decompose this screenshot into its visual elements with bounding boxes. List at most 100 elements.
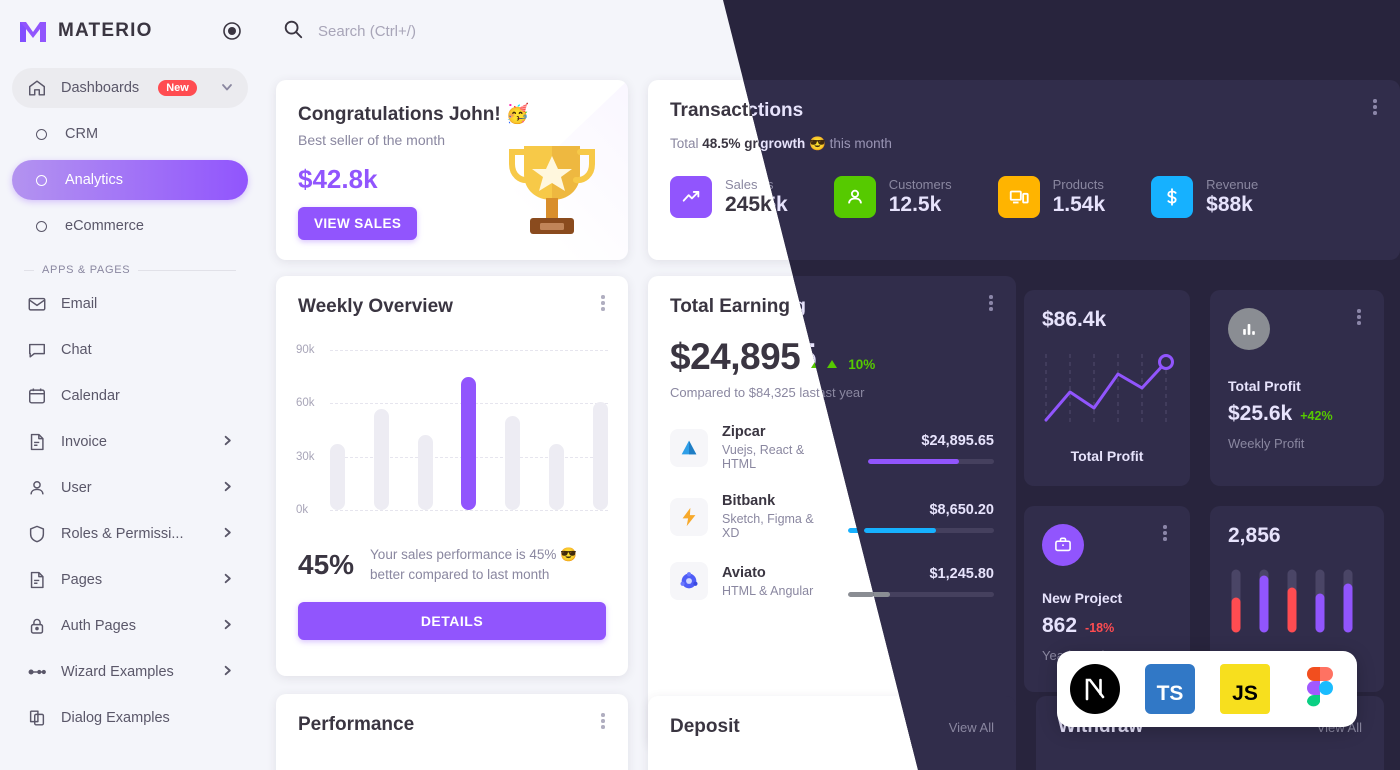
more-options-icon[interactable]: [594, 294, 612, 312]
chevron-right-icon[interactable]: [221, 572, 234, 588]
javascript-logo-icon[interactable]: JS: [1219, 663, 1271, 715]
tech-logos-panel: TS JS: [1057, 651, 1357, 727]
sidebar-item-dashboards[interactable]: Dashboards New: [12, 68, 248, 108]
sidebar-item-user[interactable]: User: [12, 468, 248, 508]
sidebar-item-label: Auth Pages: [61, 618, 136, 634]
performance-text: Your sales performance is 45% 😎 better c…: [370, 547, 577, 582]
topbar: [260, 0, 1400, 62]
calendar-icon: [26, 385, 48, 407]
dollar-icon: [1135, 176, 1178, 218]
tx-sub-bold: 48.5% growth: [702, 136, 790, 151]
deposit-title: Deposit: [670, 716, 740, 737]
sidebar-item-crm[interactable]: CRM: [12, 114, 248, 154]
sidebar-item-calendar[interactable]: Calendar: [12, 376, 248, 416]
mail-icon: [26, 293, 48, 315]
progress-fill: [848, 527, 920, 533]
list-item[interactable]: Zipcar Vuejs, React & HTML $24,895.65: [670, 424, 978, 471]
brand-name: MATERIO: [58, 20, 153, 41]
sidebar-item-roles-permissions[interactable]: Roles & Permissi...: [12, 514, 248, 554]
y-tick: 30k: [296, 451, 315, 463]
stat-customers: Customers 12.5k: [817, 176, 936, 218]
transactions-stats: Sales 245k Customers 12.5k Products 1.54…: [670, 176, 1362, 218]
sidebar-item-pages[interactable]: Pages: [12, 560, 248, 600]
typescript-logo-icon[interactable]: TS: [1144, 663, 1196, 715]
sidebar-item-label: Wizard Examples: [61, 664, 174, 680]
list-item[interactable]: Bitbank Sketch, Figma & XD $8,650.20: [670, 493, 978, 540]
sidebar-item-label: User: [61, 480, 92, 496]
apps-grid-icon[interactable]: [1250, 19, 1274, 43]
avatar[interactable]: [1340, 12, 1378, 54]
company-tech: Vuejs, React & HTML: [722, 443, 805, 471]
sidebar-item-wizard-examples[interactable]: Wizard Examples: [12, 652, 248, 692]
bitbank-logo-icon: [670, 497, 708, 536]
sidebar-item-label: Calendar: [61, 388, 120, 404]
translate-icon[interactable]: [1166, 19, 1190, 43]
progress-fill: [852, 458, 943, 464]
stat-value: 245k: [725, 193, 772, 216]
view-sales-button[interactable]: VIEW SALES: [298, 207, 418, 240]
bar-highlighted: [461, 377, 477, 510]
chevron-right-icon[interactable]: [221, 480, 234, 496]
details-button[interactable]: DETAILS: [298, 602, 606, 641]
transactions-title: Transactions: [670, 100, 788, 121]
more-options-icon[interactable]: [1350, 98, 1368, 116]
company-value: $24,895.65: [905, 432, 978, 449]
search-area[interactable]: [282, 18, 1166, 45]
chevron-right-icon[interactable]: [221, 434, 234, 450]
stat-label: Revenue: [1190, 177, 1243, 192]
sidebar-item-invoice[interactable]: Invoice: [12, 422, 248, 462]
sidebar-item-dialog-examples[interactable]: Dialog Examples: [12, 698, 248, 738]
trending-up-icon: [670, 176, 712, 218]
nextjs-logo-icon[interactable]: [1069, 663, 1121, 715]
y-tick: 0k: [296, 504, 309, 516]
bell-notification-icon[interactable]: [1292, 18, 1317, 43]
earning-title: Total Earning: [670, 296, 790, 317]
weekly-bar-chart: 90k 60k 30k 0k: [296, 344, 608, 535]
lock-icon: [26, 615, 48, 637]
chat-icon: [26, 339, 48, 361]
arrow-up-icon: [810, 356, 822, 374]
total-profit-bar-card: [1206, 276, 1384, 476]
earning-amount-row: $24,895 10%: [670, 336, 978, 378]
sidebar-nav: Dashboards New CRM Analytics eCommerce A…: [0, 68, 260, 738]
wizard-icon: [26, 661, 48, 683]
stat-value: $88k: [1190, 193, 1237, 216]
progress-track: [848, 592, 978, 597]
tx-sub-suffix: this month: [813, 136, 876, 151]
search-input[interactable]: [318, 22, 678, 40]
sidebar-item-ecommerce[interactable]: eCommerce: [12, 206, 248, 246]
company-value: $1,245.80: [913, 566, 978, 582]
chart-y-axis: 90k 60k 30k 0k: [296, 344, 326, 516]
earning-compared: Compared to $84,325 last year: [670, 385, 849, 400]
performance-title: Performance: [298, 714, 415, 735]
earning-list: Zipcar Vuejs, React & HTML $24,895.65 Bi…: [670, 424, 978, 600]
pin-toggle-icon[interactable]: [222, 21, 242, 41]
weekly-footer: 45% Your sales performance is 45% 😎 bett…: [276, 545, 628, 584]
chevron-down-icon[interactable]: [220, 80, 234, 97]
chevron-right-icon[interactable]: [221, 618, 234, 634]
deposit-view-all[interactable]: View All: [933, 720, 978, 735]
chevron-right-icon[interactable]: [221, 526, 234, 542]
more-options-icon[interactable]: [594, 712, 612, 730]
devices-icon: [981, 176, 1024, 218]
chevron-right-icon[interactable]: [221, 664, 234, 680]
company-name: Bitbank: [722, 493, 776, 509]
performance-percent: 45%: [298, 548, 355, 580]
company-name: Zipcar: [722, 424, 766, 440]
sidebar-item-chat[interactable]: Chat: [12, 330, 248, 370]
svg-text:JS: JS: [1232, 682, 1258, 705]
sidebar-item-email[interactable]: Email: [12, 284, 248, 324]
more-options-icon[interactable]: [966, 294, 984, 312]
bar: [505, 416, 521, 510]
theme-sun-icon[interactable]: [1208, 19, 1232, 43]
figma-logo-icon[interactable]: [1294, 663, 1346, 715]
stat-sales: Sales 245k: [670, 176, 772, 218]
sidebar-item-auth-pages[interactable]: Auth Pages: [12, 606, 248, 646]
tx-sub-prefix: Total: [670, 136, 703, 151]
sidebar-item-analytics[interactable]: Analytics: [12, 160, 248, 200]
brand-header: MATERIO: [0, 0, 260, 62]
y-tick: 60k: [296, 397, 315, 409]
svg-text:TS: TS: [1156, 682, 1183, 705]
list-item[interactable]: Aviato HTML & Angular $1,245.80: [670, 562, 978, 600]
search-icon[interactable]: [282, 18, 304, 45]
